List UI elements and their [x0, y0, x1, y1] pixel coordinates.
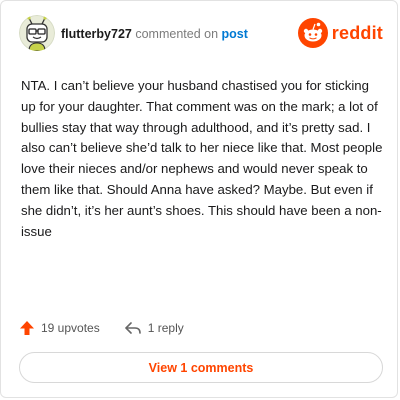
comment-footer: 19 upvotes 1 reply: [19, 318, 208, 338]
comment-card: flutterby727 commented on post reddit NT…: [0, 0, 398, 398]
upvote-stat[interactable]: 19 upvotes: [19, 320, 100, 336]
avatar-image: [19, 15, 55, 51]
reddit-brand[interactable]: reddit: [297, 18, 383, 48]
comment-body: NTA. I can’t believe your husband chasti…: [21, 78, 383, 239]
reddit-wordmark: reddit: [331, 22, 383, 43]
upvote-count: 19 upvotes: [41, 321, 100, 335]
view-comments-button[interactable]: View 1 comments: [19, 352, 383, 383]
reply-stat[interactable]: 1 reply: [124, 320, 184, 336]
reddit-snoo-icon: [297, 18, 328, 48]
byline-action-text: commented on: [135, 27, 219, 41]
upvote-arrow-icon: [20, 321, 34, 335]
reply-count: 1 reply: [147, 321, 184, 335]
post-link[interactable]: post: [222, 27, 248, 41]
comment-header: flutterby727 commented on post reddit: [19, 15, 383, 53]
username-link[interactable]: flutterby727: [61, 27, 132, 41]
avatar[interactable]: [19, 15, 55, 51]
byline: flutterby727 commented on post: [61, 27, 248, 41]
reply-icon: [124, 322, 141, 334]
